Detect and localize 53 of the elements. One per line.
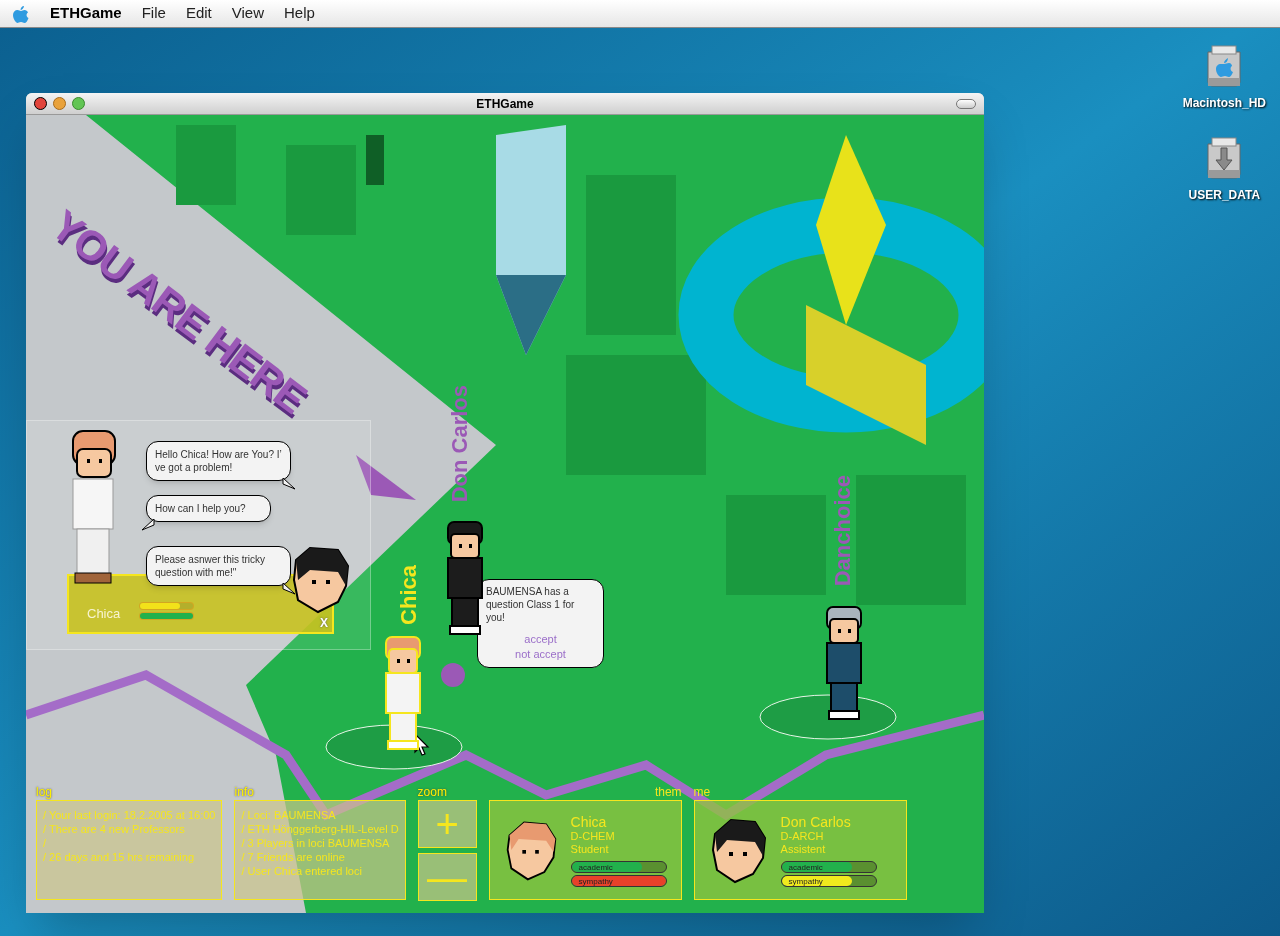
- player-name-label[interactable]: Don Carlos: [443, 385, 467, 503]
- marker-ball-drawing: [441, 663, 465, 687]
- avatar-head-drawing: [290, 546, 350, 614]
- meter-label: academic: [578, 861, 613, 872]
- invitation-link[interactable]: not accept: [515, 647, 566, 662]
- log-line: / There are 4 new Professors: [43, 822, 186, 836]
- log-line: / 7 Friends are online: [241, 850, 346, 864]
- player-name: Chica: [87, 605, 121, 623]
- menu-item[interactable]: View: [231, 2, 264, 25]
- icon-label: Macintosh_HD: [1182, 95, 1266, 112]
- player-name: Chica: [570, 813, 608, 830]
- bubble-tail-icon: [282, 478, 296, 490]
- invitation-link[interactable]: accept: [524, 632, 557, 647]
- bubble-tail-icon: [141, 519, 155, 531]
- department-text: D-CHEM: [570, 829, 616, 843]
- role-text: Assistent: [780, 842, 827, 856]
- panel-label: me: [693, 785, 711, 800]
- meter-label: sympathy: [788, 875, 823, 886]
- log-line: /: [43, 836, 48, 850]
- player-name-label[interactable]: Chica: [392, 565, 416, 625]
- panel-label: log: [36, 785, 53, 800]
- panel-label: zoom: [417, 785, 448, 800]
- status-bar: [139, 602, 194, 610]
- panel-label: info: [234, 785, 255, 800]
- meter-label: sympathy: [578, 875, 613, 886]
- log-line: / 26 days and 15 hrs remaining: [43, 850, 196, 864]
- app-menu[interactable]: ETHGame: [50, 2, 122, 25]
- log-line: / 3 Players in loci BAUMENSA: [241, 836, 391, 850]
- building-block: [366, 135, 384, 185]
- log-line: / Loci: BAUMENSA: [241, 808, 337, 822]
- minimize-button[interactable]: [53, 97, 66, 110]
- panel-label: them: [654, 785, 682, 800]
- menu-item[interactable]: File: [141, 2, 166, 25]
- close-button[interactable]: X: [320, 614, 328, 632]
- menu-item[interactable]: Help: [284, 2, 315, 25]
- log-line: / ETH Hönggerberg-HIL-Level D: [241, 822, 399, 836]
- close-button[interactable]: [34, 97, 47, 110]
- log-line: / User Chica entered loci: [241, 864, 363, 878]
- arrow-head-drawing: [356, 455, 416, 500]
- window-title: ETHGame: [476, 95, 534, 113]
- role-text: Student: [570, 842, 610, 856]
- menu-item[interactable]: Edit: [185, 2, 212, 25]
- log-line: / Your last login: 18.2.2005 at 16:00: [43, 808, 216, 822]
- zoom-button[interactable]: [72, 97, 85, 110]
- toolbar-toggle-button[interactable]: [956, 98, 976, 109]
- bubble-tail-icon: [282, 583, 296, 595]
- department-text: D-ARCH: [780, 829, 825, 843]
- player-name: Don Carlos: [780, 813, 852, 830]
- invitation-text: BAUMENSA has a question Class 1 for you!: [486, 585, 576, 624]
- meter-label: academic: [788, 861, 823, 872]
- apple-logo-icon: [12, 3, 30, 24]
- status-bar: [139, 612, 194, 620]
- icon-label: USER_DATA: [1188, 187, 1261, 204]
